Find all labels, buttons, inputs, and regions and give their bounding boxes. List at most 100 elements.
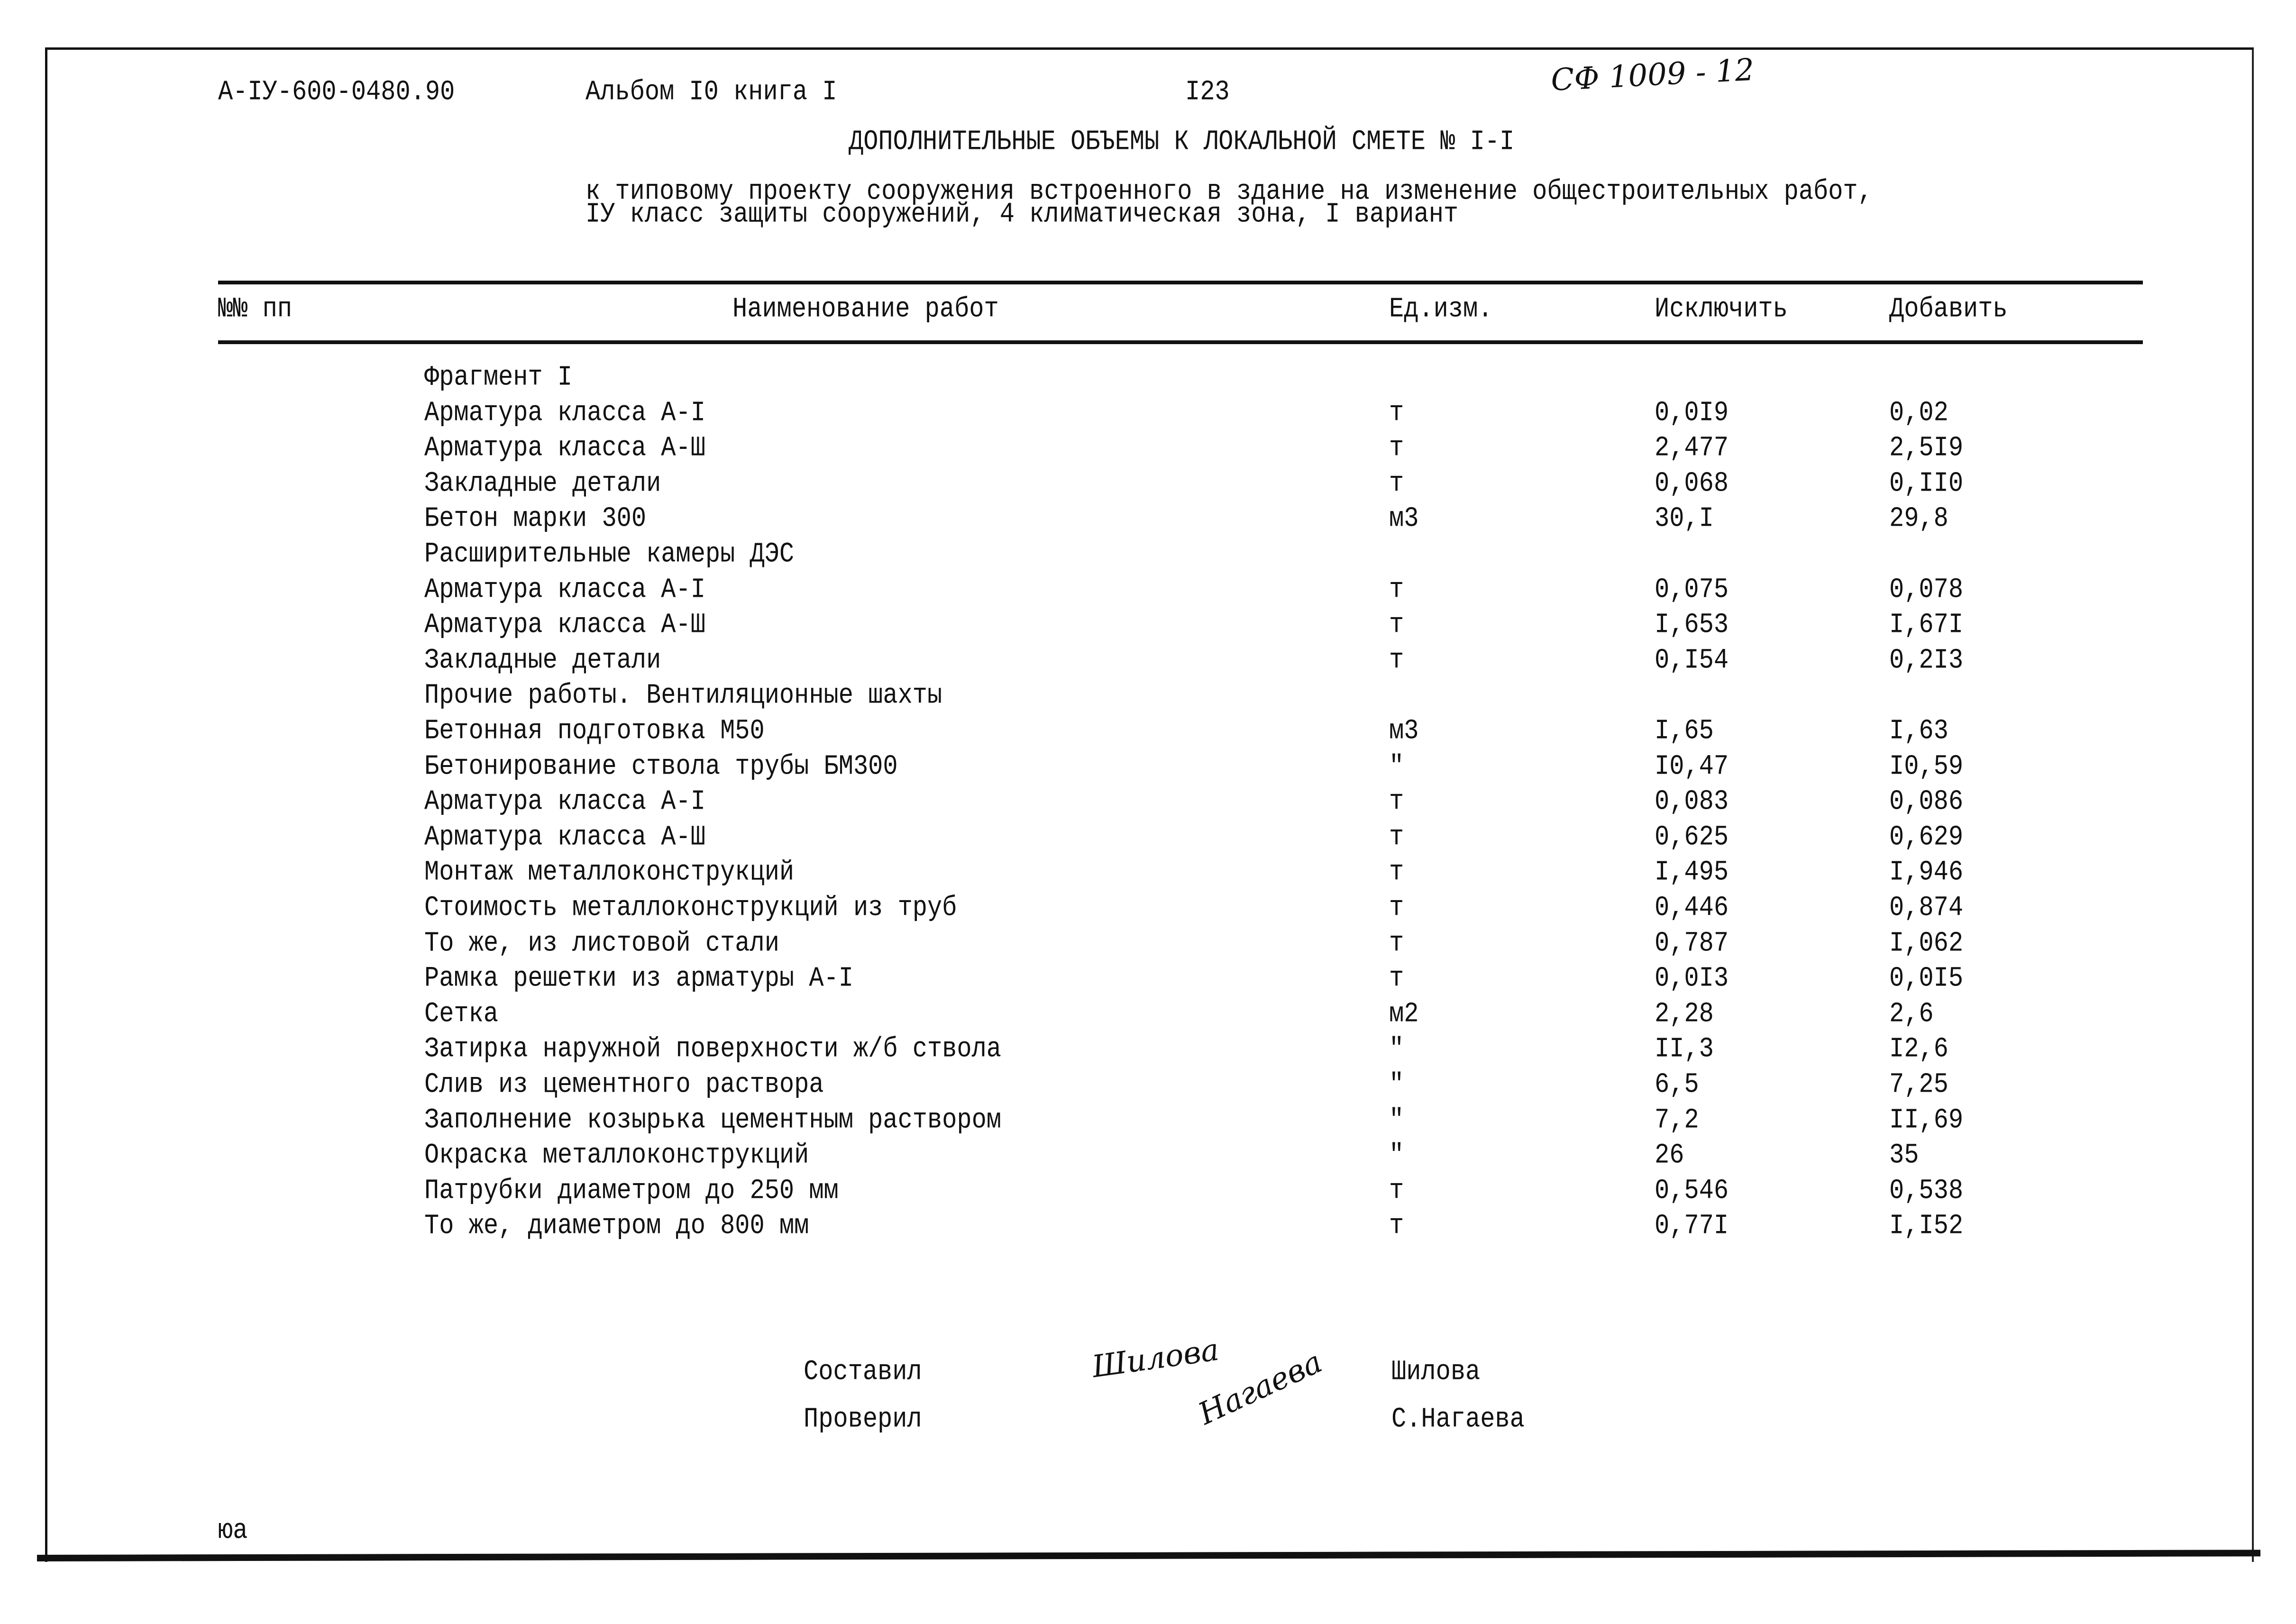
checked-by-name: С.Нагаева: [1391, 1403, 1525, 1435]
table-row: Патрубки диаметром до 250 мм т 0,546 0,538: [0, 1175, 2296, 1210]
table-top-rule: [218, 281, 2143, 284]
table-row: То же, из листовой стали т 0,787 I,062: [0, 927, 2296, 963]
table-row: Арматура класса А-Ш т 0,625 0,629: [0, 821, 2296, 857]
exclude-value-cell: 0,446: [1655, 892, 1729, 924]
table-row: Стоимость металлоконструкций из труб т 0,4…: [0, 892, 2296, 927]
work-name-cell: Расширительные камеры ДЭС: [424, 538, 795, 570]
compiled-by-name: Шилова: [1391, 1356, 1481, 1388]
unit-cell: ": [1389, 1139, 1404, 1172]
add-value-cell: II,69: [1889, 1104, 1964, 1136]
exclude-value-cell: 0,0I3: [1655, 962, 1729, 995]
work-name-cell: Патрубки диаметром до 250 мм: [424, 1174, 839, 1207]
table-row: Рамка решетки из арматуры А-I т 0,0I3 0,0I5: [0, 962, 2296, 998]
add-value-cell: I,062: [1889, 927, 1964, 959]
column-header-unit: Ед.изм.: [1389, 293, 1493, 325]
work-name-cell: Арматура класса А-I: [424, 396, 705, 429]
exclude-value-cell: II,3: [1655, 1033, 1714, 1066]
unit-cell: т: [1389, 432, 1404, 465]
table-row: Арматура класса А-Ш т 2,477 2,5I9: [0, 432, 2296, 467]
table-row: Арматура класса А-I т 0,083 0,086: [0, 785, 2296, 821]
column-header-add: Добавить: [1889, 293, 2008, 325]
add-value-cell: I,I52: [1889, 1210, 1964, 1242]
add-value-cell: 0,086: [1889, 785, 1964, 818]
exclude-value-cell: 0,546: [1655, 1174, 1729, 1207]
unit-cell: т: [1389, 396, 1404, 429]
work-name-cell: Закладные детали: [424, 467, 661, 500]
unit-cell: т: [1389, 892, 1404, 924]
unit-cell: т: [1389, 856, 1404, 889]
exclude-value-cell: 0,075: [1655, 573, 1729, 606]
unit-cell: м3: [1389, 715, 1419, 747]
unit-cell: т: [1389, 785, 1404, 818]
work-name-cell: Заполнение козырька цементным раствором: [424, 1104, 1001, 1136]
table-row: Арматура класса А-Ш т I,653 I,67I: [0, 609, 2296, 644]
work-name-cell: Сетка: [424, 997, 499, 1030]
unit-cell: т: [1389, 821, 1404, 853]
work-name-cell: Бетонирование ствола трубы БМ300: [424, 750, 898, 783]
work-name-cell: Арматура класса А-I: [424, 785, 705, 818]
document-title: ДОПОЛНИТЕЛЬНЫЕ ОБЪЕМЫ К ЛОКАЛЬНОЙ СМЕТЕ …: [849, 126, 1515, 158]
table-row: Арматура класса А-I т 0,0I9 0,02: [0, 397, 2296, 432]
page-number: I23: [1185, 76, 1230, 108]
exclude-value-cell: 0,625: [1655, 821, 1729, 853]
work-name-cell: Арматура класса А-Ш: [424, 821, 705, 853]
exclude-value-cell: 0,77I: [1655, 1210, 1729, 1242]
add-value-cell: I,67I: [1889, 609, 1964, 641]
work-name-cell: Монтаж металлоконструкций: [424, 856, 795, 889]
table-row: Монтаж металлоконструкций т I,495 I,946: [0, 856, 2296, 892]
exclude-value-cell: I0,47: [1655, 750, 1729, 783]
add-value-cell: 7,25: [1889, 1068, 1948, 1101]
work-name-cell: Бетон марки 300: [424, 502, 647, 535]
unit-cell: т: [1389, 927, 1404, 959]
exclude-value-cell: 30,I: [1655, 502, 1714, 535]
table-row: То же, диаметром до 800 мм т 0,77I I,I52: [0, 1210, 2296, 1245]
table-row: Сетка м2 2,28 2,6: [0, 998, 2296, 1033]
table-row: Закладные детали т 0,068 0,II0: [0, 467, 2296, 503]
footer-mark: юа: [218, 1515, 248, 1547]
exclude-value-cell: 0,083: [1655, 785, 1729, 818]
add-value-cell: 29,8: [1889, 502, 1948, 535]
unit-cell: м2: [1389, 997, 1419, 1030]
unit-cell: т: [1389, 609, 1404, 641]
table-row: Бетонная подготовка М50 м3 I,65 I,63: [0, 715, 2296, 750]
add-value-cell: I2,6: [1889, 1033, 1948, 1066]
add-value-cell: I0,59: [1889, 750, 1964, 783]
column-header-number: №№ пп: [218, 293, 293, 325]
table-section-row: Прочие работы. Вентиляционные шахты: [0, 679, 2296, 715]
work-name-cell: Слив из цементного раствора: [424, 1068, 824, 1101]
table-row: Окраска металлоконструкций " 26 35: [0, 1139, 2296, 1175]
subtitle-line-2: IУ класс защиты сооружений, 4 климатичес…: [585, 198, 1459, 230]
unit-cell: т: [1389, 573, 1404, 606]
exclude-value-cell: 2,28: [1655, 997, 1714, 1030]
work-name-cell: То же, из листовой стали: [424, 927, 779, 959]
work-name-cell: Прочие работы. Вентиляционные шахты: [424, 679, 942, 712]
unit-cell: т: [1389, 467, 1404, 500]
handwritten-code: СФ 1009 - 12: [1550, 52, 1755, 98]
exclude-value-cell: 7,2: [1655, 1104, 1699, 1136]
work-name-cell: Затирка наружной поверхности ж/б ствола: [424, 1033, 1001, 1066]
work-name-cell: Рамка решетки из арматуры А-I: [424, 962, 853, 995]
add-value-cell: 0,2I3: [1889, 644, 1964, 676]
table-header-rule: [218, 340, 2143, 344]
add-value-cell: 2,5I9: [1889, 432, 1964, 465]
add-value-cell: 2,6: [1889, 997, 1934, 1030]
unit-cell: ": [1389, 1104, 1404, 1136]
add-value-cell: 0,0I5: [1889, 962, 1964, 995]
unit-cell: т: [1389, 962, 1404, 995]
add-value-cell: 0,02: [1889, 396, 1948, 429]
document-code: А-IУ-600-0480.90: [218, 76, 455, 108]
column-header-exclude: Исключить: [1655, 293, 1788, 325]
exclude-value-cell: 0,0I9: [1655, 396, 1729, 429]
work-name-cell: Арматура класса А-Ш: [424, 609, 705, 641]
table-row: Бетон марки 300 м3 30,I 29,8: [0, 502, 2296, 538]
work-name-cell: Арматура класса А-Ш: [424, 432, 705, 465]
table-row: Заполнение козырька цементным раствором "…: [0, 1104, 2296, 1140]
work-name-cell: Стоимость металлоконструкций из труб: [424, 892, 957, 924]
table-row: Закладные детали т 0,I54 0,2I3: [0, 644, 2296, 680]
add-value-cell: 0,078: [1889, 573, 1964, 606]
table-row: Арматура класса А-I т 0,075 0,078: [0, 574, 2296, 609]
exclude-value-cell: I,65: [1655, 715, 1714, 747]
table-row: Затирка наружной поверхности ж/б ствола "…: [0, 1033, 2296, 1068]
work-name-cell: То же, диаметром до 800 мм: [424, 1210, 809, 1242]
exclude-value-cell: 2,477: [1655, 432, 1729, 465]
